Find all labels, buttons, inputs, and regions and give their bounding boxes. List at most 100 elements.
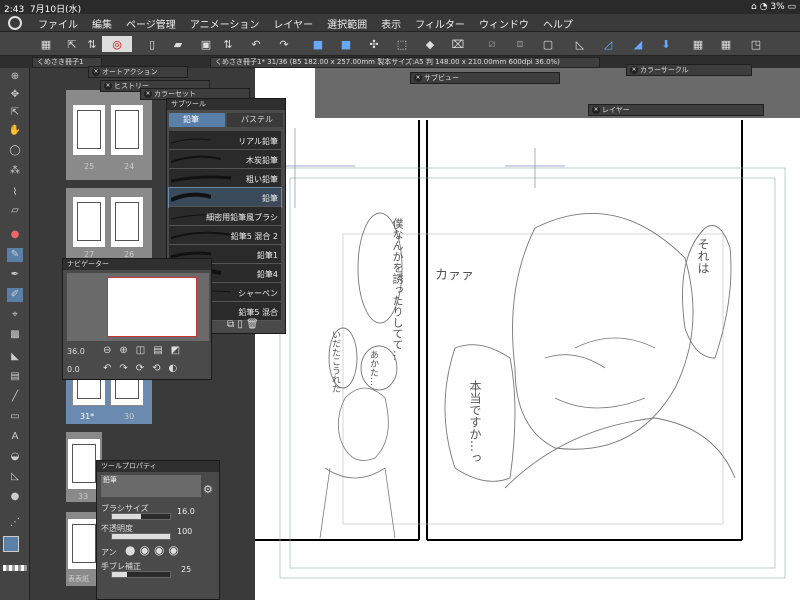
pencil-icon[interactable]: ✎ xyxy=(7,248,23,262)
page-label: 24 xyxy=(124,162,135,171)
arrows-icon[interactable]: ⇅ xyxy=(84,36,100,52)
grid-icon-1[interactable]: ▦ xyxy=(690,36,706,52)
tab-pencil[interactable]: 鉛筆 xyxy=(169,113,225,127)
stabilize-slider[interactable] xyxy=(111,571,171,578)
transparent-swatch[interactable] xyxy=(3,565,27,571)
export-icon[interactable]: ⇱ xyxy=(64,36,80,52)
snap-icon[interactable]: ◿ xyxy=(600,36,616,52)
save-icon[interactable]: ▣ xyxy=(198,36,214,52)
brush-item[interactable]: 細密用鉛筆風ブラシ xyxy=(169,207,281,226)
grid-layout-icon[interactable]: ▦ xyxy=(38,36,54,52)
new-icon[interactable]: ▯ xyxy=(144,36,160,52)
select-icon[interactable]: ⇱ xyxy=(7,106,23,120)
page-corner-icon[interactable]: ◳ xyxy=(748,36,764,52)
opacity-slider[interactable] xyxy=(111,533,171,540)
close-icon[interactable]: × xyxy=(92,68,100,76)
brush-item[interactable]: 鉛筆5 混合 2 xyxy=(169,226,281,245)
eyedropper-icon[interactable]: ⌇ xyxy=(7,186,23,200)
spread-27-26[interactable]: 27 26 xyxy=(66,188,152,259)
autoaction-bar[interactable]: × オートアクション xyxy=(88,66,188,78)
navigator-rotate-buttons[interactable]: ↶↷⟳⟲◐ xyxy=(103,363,185,374)
text-icon[interactable]: A xyxy=(7,430,23,444)
wrench-icon[interactable]: ⚙ xyxy=(203,483,213,496)
close-icon[interactable]: × xyxy=(144,90,152,98)
subview-bar[interactable]: × サブビュー xyxy=(410,72,560,84)
color-swatch-icon[interactable]: ● xyxy=(7,228,23,242)
antialias-options[interactable]: ●◉◉◉ xyxy=(125,543,183,557)
pen-icon[interactable]: ✒ xyxy=(7,268,23,282)
menu-help[interactable]: ヘルプ xyxy=(543,16,573,31)
fill-bucket-icon[interactable]: ◣ xyxy=(7,350,23,364)
redo-icon[interactable]: ↷ xyxy=(276,36,292,52)
frame-border-icon[interactable]: ▭ xyxy=(7,410,23,424)
brushsize-slider[interactable] xyxy=(111,513,171,520)
menu-window[interactable]: ウィンドウ xyxy=(479,16,529,31)
ruler-tool-icon[interactable]: ◺ xyxy=(7,470,23,484)
frame-icon[interactable]: ▢ xyxy=(540,36,556,52)
navigator-rotate-value[interactable]: 0.0 xyxy=(67,365,80,374)
transform-icon[interactable]: ✣ xyxy=(366,36,382,52)
new-subtool-icon[interactable]: ▯ xyxy=(237,319,243,330)
perspective-icon[interactable]: ◢ xyxy=(630,36,646,52)
menu-selection[interactable]: 選択範囲 xyxy=(327,16,367,31)
app-logo-icon[interactable] xyxy=(8,16,22,30)
navigator-zoom-buttons[interactable]: ⊖⊕◫▤◩ xyxy=(103,345,188,356)
colorcircle-bar[interactable]: × カラーサークル xyxy=(626,64,752,76)
tab-pastel[interactable]: パステル xyxy=(227,113,283,127)
main-color-swatch[interactable] xyxy=(3,536,19,552)
wand-icon-2[interactable]: ⋰ xyxy=(7,516,23,530)
stabilize-value[interactable]: 25 xyxy=(181,565,191,574)
brush-icon[interactable]: ✐ xyxy=(7,288,23,302)
menu-view[interactable]: 表示 xyxy=(381,16,401,31)
balloon-icon[interactable]: ◒ xyxy=(7,450,23,464)
spread-25-24[interactable]: 25 24 xyxy=(66,90,152,180)
eraser-icon-1[interactable]: ▱ xyxy=(7,204,23,218)
brush-item[interactable]: 木炭鉛筆 xyxy=(169,150,281,169)
ps-icon-1[interactable]: ■ xyxy=(310,36,326,52)
lasso-icon[interactable]: ◯ xyxy=(7,144,23,158)
navigator-zoom-value[interactable]: 36.0 xyxy=(67,347,85,356)
tab-doc-main[interactable]: くめさき冊子1* 31/36 (B5 182.00 x 257.00mm 製本サ… xyxy=(210,57,600,68)
gradient-icon[interactable]: ▤ xyxy=(7,370,23,384)
menu-edit[interactable]: 編集 xyxy=(92,16,112,31)
blend-icon[interactable]: ▩ xyxy=(7,328,23,342)
crop-icon[interactable]: ⌧ xyxy=(450,36,466,52)
close-icon[interactable]: × xyxy=(414,74,422,82)
move-icon[interactable]: ✥ xyxy=(7,88,23,102)
drawing-canvas[interactable]: 僕なんかを誘ったりしてて… いだたこうれた あかた… カァァ 本当ですか…っ そ… xyxy=(255,68,800,600)
brushsize-value[interactable]: 16.0 xyxy=(177,507,195,516)
brush-item[interactable]: リアル鉛筆 xyxy=(169,131,281,150)
menu-file[interactable]: ファイル xyxy=(38,16,78,31)
brush-item[interactable]: 鉛筆 xyxy=(168,187,282,208)
close-icon[interactable]: × xyxy=(592,106,600,114)
dotted-icon[interactable]: ⬚ xyxy=(394,36,410,52)
close-icon[interactable]: × xyxy=(630,66,638,74)
arrows-icon-2[interactable]: ⇅ xyxy=(220,36,236,52)
menu-page[interactable]: ページ管理 xyxy=(126,16,176,31)
navigator-viewport[interactable] xyxy=(107,277,197,337)
hand-icon[interactable]: ✋ xyxy=(7,124,23,138)
navigator-preview[interactable] xyxy=(67,273,209,341)
undo-icon[interactable]: ↶ xyxy=(248,36,264,52)
zoom-icon[interactable]: ⊕ xyxy=(7,70,23,84)
ruler-icon[interactable]: ◺ xyxy=(572,36,588,52)
grid-icon-2[interactable]: ▦ xyxy=(718,36,734,52)
layer-bar[interactable]: × レイヤー xyxy=(588,104,764,116)
wand-icon[interactable]: ⁂ xyxy=(7,164,23,178)
close-icon[interactable]: × xyxy=(104,82,112,90)
brush-item[interactable]: 粗い鉛筆 xyxy=(169,169,281,188)
delete-icon[interactable]: 🗑 xyxy=(246,319,259,330)
line-icon[interactable]: ╱ xyxy=(7,390,23,404)
menu-layer[interactable]: レイヤー xyxy=(273,16,313,31)
ps-icon-2[interactable]: ■ xyxy=(338,36,354,52)
fill-icon[interactable]: ◆ xyxy=(422,36,438,52)
opacity-value[interactable]: 100 xyxy=(177,527,192,536)
copy-icon[interactable]: ⧉ xyxy=(227,319,234,330)
speech-icon[interactable]: ● xyxy=(7,490,23,504)
menu-filter[interactable]: フィルター xyxy=(415,16,465,31)
airbrush-icon[interactable]: ⌖ xyxy=(7,308,23,322)
open-icon[interactable]: ▰ xyxy=(170,36,186,52)
menu-animation[interactable]: アニメーション xyxy=(190,16,260,31)
clip-studio-icon[interactable]: ◎ xyxy=(102,36,132,52)
arrow-down-icon[interactable]: ⬇ xyxy=(658,36,674,52)
